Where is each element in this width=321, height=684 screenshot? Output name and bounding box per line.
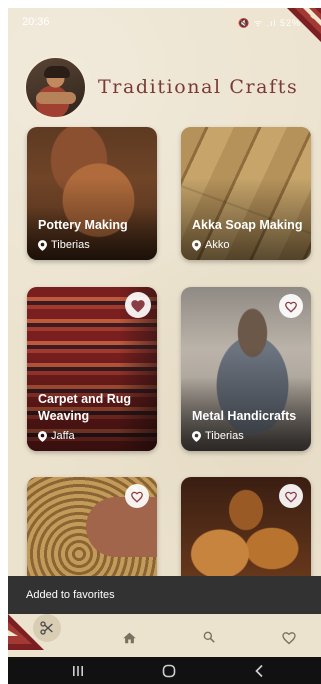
craft-name: Pottery Making (38, 218, 128, 232)
location-pin-icon (38, 430, 47, 442)
craft-card-metal[interactable]: Metal Handicrafts Tiberias (181, 287, 311, 451)
status-time: 20:36 (22, 16, 50, 28)
location-pin-icon (192, 430, 201, 442)
snackbar-message: Added to favorites (26, 589, 115, 601)
recent-apps-icon[interactable] (70, 663, 86, 679)
snackbar: Added to favorites (8, 576, 321, 614)
location-pin-icon (192, 239, 201, 251)
heart-outline-icon (282, 631, 296, 644)
craft-card-pottery[interactable]: Pottery Making Tiberias (27, 127, 157, 260)
heart-filled-icon (131, 299, 145, 312)
nav-favorites-button[interactable] (279, 627, 299, 647)
favorite-button[interactable] (125, 484, 149, 508)
avatar[interactable] (24, 56, 87, 119)
corner-ornament-icon (287, 8, 321, 42)
avatar-hat (44, 66, 70, 78)
craft-name: Akka Soap Making (192, 218, 303, 232)
avatar-hands (36, 92, 76, 104)
crafts-fab-button[interactable] (33, 614, 61, 642)
system-nav-bar (8, 657, 321, 684)
craft-location-text: Tiberias (205, 430, 244, 442)
back-icon[interactable] (252, 663, 268, 679)
favorite-button[interactable] (125, 292, 151, 318)
craft-location: Tiberias (192, 430, 244, 442)
craft-card-carpet[interactable]: Carpet and Rug Weaving Jaffa (27, 287, 157, 451)
craft-location: Akko (192, 239, 229, 251)
scissors-icon (40, 621, 53, 635)
craft-name: Carpet and Rug Weaving (38, 392, 132, 423)
favorite-button[interactable] (279, 484, 303, 508)
craft-card-soap[interactable]: Akka Soap Making Akko (181, 127, 311, 260)
page-title: Traditional Crafts (98, 76, 299, 98)
home-system-icon[interactable] (161, 663, 177, 679)
craft-location: Jaffa (38, 430, 75, 442)
favorite-button[interactable] (279, 294, 303, 318)
home-icon (122, 632, 136, 644)
location-pin-icon (38, 239, 47, 251)
heart-outline-icon (285, 301, 297, 313)
app-screen: 20:36 🔇 ᯤ .ıl 52% Traditional Crafts Pot… (8, 8, 321, 684)
craft-card-copper[interactable] (181, 477, 311, 587)
craft-location: Tiberias (38, 239, 90, 251)
nav-home-button[interactable] (119, 627, 139, 647)
bottom-nav (8, 614, 321, 657)
craft-name: Metal Handicrafts (192, 409, 297, 423)
status-bar: 20:36 🔇 ᯤ .ıl 52% (8, 8, 321, 32)
nav-search-button[interactable] (199, 627, 219, 647)
craft-card-carving[interactable] (27, 477, 157, 587)
heart-outline-icon (131, 491, 143, 503)
craft-location-text: Jaffa (51, 430, 75, 442)
heart-outline-icon (285, 491, 297, 503)
craft-location-text: Akko (205, 239, 230, 251)
craft-location-text: Tiberias (51, 239, 90, 251)
search-icon (203, 631, 215, 643)
